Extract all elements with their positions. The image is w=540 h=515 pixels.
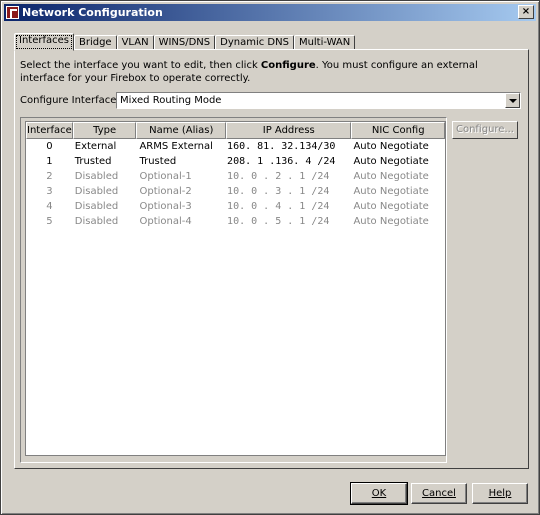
cell-interface: 4 [46, 201, 53, 212]
cell-nic-config: Auto Negotiate [353, 156, 429, 167]
column-header-type[interactable]: Type [72, 122, 137, 139]
column-header-nic-config[interactable]: NIC Config [351, 122, 445, 139]
cell-ip-address: 160. 81. 32.134/30 [227, 141, 336, 152]
column-header-interface[interactable]: Interface [26, 122, 73, 139]
cell-ip-address: 10. 0 . 2 . 1 /24 [227, 171, 330, 182]
table-row[interactable]: 2 Disabled Optional-1 10. 0 . 2 . 1 /24 … [26, 169, 445, 184]
column-header-name[interactable]: Name (Alias) [136, 122, 227, 139]
cell-type: Disabled [74, 216, 119, 227]
cancel-button[interactable]: Cancel [411, 483, 467, 504]
cell-name: Optional-3 [139, 201, 192, 212]
cell-name: ARMS External [139, 141, 213, 152]
cell-type: Trusted [74, 156, 112, 167]
network-configuration-window: Network Configuration × Interfaces Bridg… [0, 0, 540, 515]
tab-wins-dns[interactable]: WINS/DNS [153, 35, 216, 50]
cell-ip-address: 10. 0 . 4 . 1 /24 [227, 201, 330, 212]
help-button[interactable]: Help [472, 483, 528, 504]
configure-mode-value: Mixed Routing Mode [120, 95, 222, 106]
table-row[interactable]: 0 External ARMS External 160. 81. 32.134… [26, 139, 445, 154]
cell-type: Disabled [74, 186, 119, 197]
window-title: Network Configuration [22, 6, 163, 19]
configure-mode-dropdown[interactable]: Mixed Routing Mode [116, 92, 521, 109]
cell-nic-config: Auto Negotiate [353, 216, 429, 227]
instructions-bold: Configure [260, 60, 316, 71]
table-row[interactable]: 1 Trusted Trusted 208. 1 .136. 4 /24 Aut… [26, 154, 445, 169]
table-row[interactable]: 4 Disabled Optional-3 10. 0 . 4 . 1 /24 … [26, 199, 445, 214]
ok-button[interactable]: OK [350, 482, 408, 505]
cell-ip-address: 208. 1 .136. 4 /24 [227, 156, 336, 167]
instructions-text: Select the interface you want to edit, t… [20, 59, 520, 85]
tab-interfaces[interactable]: Interfaces [14, 33, 74, 51]
table-row[interactable]: 3 Disabled Optional-2 10. 0 . 3 . 1 /24 … [26, 184, 445, 199]
close-button[interactable]: × [518, 5, 534, 19]
tab-bridge[interactable]: Bridge [73, 35, 117, 50]
cell-nic-config: Auto Negotiate [353, 186, 429, 197]
cell-interface: 3 [46, 186, 53, 197]
configure-button[interactable]: Configure... [452, 121, 518, 139]
cell-type: Disabled [74, 171, 119, 182]
cell-interface: 5 [46, 216, 53, 227]
cell-interface: 1 [46, 156, 53, 167]
cell-type: Disabled [74, 201, 119, 212]
table-row[interactable]: 5 Disabled Optional-4 10. 0 . 5 . 1 /24 … [26, 214, 445, 229]
title-bar: Network Configuration × [4, 4, 536, 21]
tab-dynamic-dns[interactable]: Dynamic DNS [215, 35, 294, 50]
column-header-ip-address[interactable]: IP Address [226, 122, 352, 139]
cell-nic-config: Auto Negotiate [353, 171, 429, 182]
cell-name: Trusted [139, 156, 177, 167]
cell-name: Optional-2 [139, 186, 192, 197]
cell-interface: 0 [46, 141, 53, 152]
instructions-prefix: Select the interface you want to edit, t… [20, 60, 261, 71]
cell-name: Optional-1 [139, 171, 192, 182]
chevron-down-icon[interactable] [505, 93, 520, 108]
firebox-app-icon [6, 6, 19, 19]
tab-vlan[interactable]: VLAN [116, 35, 154, 50]
cell-ip-address: 10. 0 . 3 . 1 /24 [227, 186, 330, 197]
cell-name: Optional-4 [139, 216, 192, 227]
table-header: Interface Type Name (Alias) IP Address N… [26, 122, 445, 139]
tab-multi-wan[interactable]: Multi-WAN [293, 35, 356, 50]
tab-strip: Interfaces Bridge VLAN WINS/DNS Dynamic … [14, 33, 356, 51]
cell-nic-config: Auto Negotiate [353, 141, 429, 152]
cell-interface: 2 [46, 171, 53, 182]
cell-nic-config: Auto Negotiate [353, 201, 429, 212]
interfaces-table[interactable]: Interface Type Name (Alias) IP Address N… [25, 121, 446, 456]
cell-type: External [74, 141, 117, 152]
cell-ip-address: 10. 0 . 5 . 1 /24 [227, 216, 330, 227]
